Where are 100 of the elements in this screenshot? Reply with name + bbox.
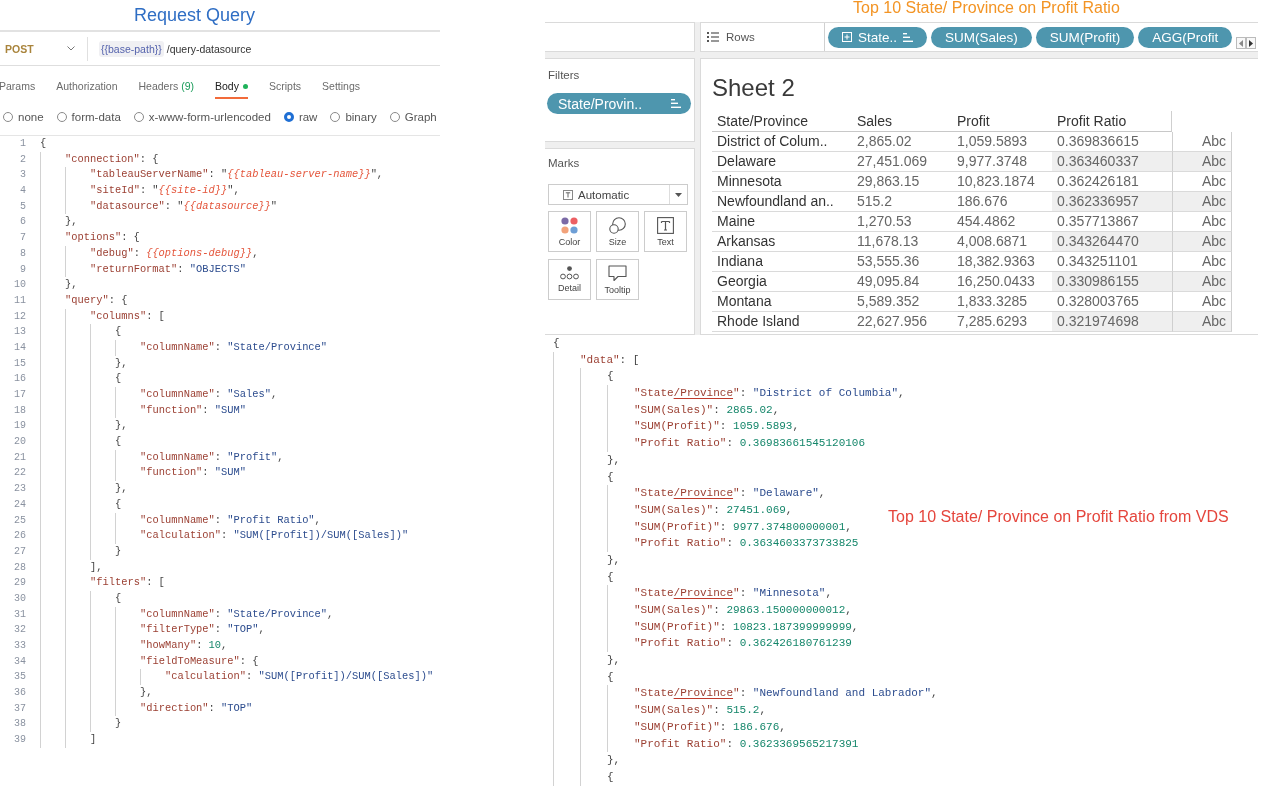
color-dots-icon	[561, 216, 578, 234]
code-line: },	[607, 653, 621, 669]
code-line: {	[40, 136, 47, 151]
code-line: {	[115, 371, 122, 387]
line-number: 28	[13, 560, 26, 575]
circles-icon	[609, 216, 626, 234]
table-cell: Abc	[1172, 152, 1232, 172]
line-number: 37	[13, 701, 26, 716]
mark-button[interactable]: Tooltip	[596, 259, 639, 300]
sheet-title: Sheet 2	[712, 74, 795, 102]
column-header: State/Province	[712, 111, 852, 132]
mark-type-dropdown[interactable]: Automatic	[548, 184, 688, 205]
table-cell: 11,678.13	[852, 232, 952, 252]
line-number: 21	[13, 450, 26, 465]
table-cell: Abc	[1172, 312, 1232, 332]
code-line: "Profit Ratio": 0.362426180761239	[634, 636, 852, 652]
table-cell: Abc	[1172, 272, 1232, 292]
code-line: "returnFormat": "OBJECTS"	[90, 261, 246, 277]
tab[interactable]: Scripts	[268, 75, 302, 99]
shelf-label: Rows	[726, 31, 755, 43]
line-number: 30	[13, 591, 26, 606]
line-number: 18	[13, 403, 26, 418]
mark-button[interactable]: Size	[596, 211, 639, 252]
line-number: 23	[13, 482, 26, 497]
table-cell: Georgia	[712, 272, 852, 292]
table-cell: 53,555.36	[852, 252, 952, 272]
line-number: 12	[13, 309, 26, 324]
code-line: "options": {	[65, 230, 140, 246]
letter-t-icon	[563, 189, 573, 200]
code-line: },	[140, 685, 153, 701]
table-cell: 1,270.53	[852, 212, 952, 232]
mark-button[interactable]: Color	[548, 211, 591, 252]
code-line: "SUM(Profit)": 186.676,	[634, 719, 786, 735]
code-line: "columnName": "Profit",	[140, 449, 284, 465]
code-line: "datasource": "{{datasource}}"	[90, 198, 278, 214]
caret-right-icon	[1249, 39, 1253, 47]
code-line: "direction": "TOP"	[140, 700, 253, 716]
column-header: Profit	[952, 111, 1052, 132]
table-cell: 49,095.84	[852, 272, 952, 292]
radio-option[interactable]: none	[3, 111, 44, 123]
tab[interactable]: Body	[215, 75, 248, 99]
table-cell: 10,823.1874	[952, 172, 1052, 192]
tab[interactable]: Authorization	[56, 75, 118, 99]
scroll-right-button[interactable]	[1246, 37, 1256, 49]
mark-button[interactable]: Detail	[548, 259, 591, 300]
code-line: {	[115, 496, 122, 512]
table-cell: Arkansas	[712, 232, 852, 252]
variable-tag: {{base-path}}	[99, 40, 164, 57]
tab[interactable]: Params	[0, 75, 36, 99]
table-cell: 18,382.9363	[952, 252, 1052, 272]
line-number: 35	[13, 670, 26, 685]
line-number: 19	[13, 419, 26, 434]
radio-option[interactable]: binary	[330, 111, 377, 123]
line-number: 24	[13, 497, 26, 512]
code-line: "tableauServerName": "{{tableau-server-name}}",	[90, 167, 384, 183]
line-number: 38	[13, 717, 26, 732]
dots-icon	[560, 266, 579, 280]
line-number: 31	[13, 607, 26, 622]
url-field[interactable]: {{base-path}} /query-datasource	[99, 37, 252, 60]
line-number: 9	[19, 262, 26, 277]
table-cell: 22,627.956	[852, 312, 952, 332]
code-line: "debug": {{options-debug}},	[90, 245, 259, 261]
line-number: 8	[19, 246, 26, 261]
code-line: "fieldToMeasure": {	[140, 653, 259, 669]
code-line: "data": [	[580, 352, 640, 368]
column-header: Sales	[852, 111, 952, 132]
code-line: "columnName": "State/Province"	[140, 339, 328, 355]
table-cell: 2,865.02	[852, 132, 952, 152]
radio-option[interactable]: raw	[283, 111, 318, 123]
table-cell: 5,589.352	[852, 292, 952, 312]
code-line: "SUM(Profit)": 1059.5893,	[634, 419, 800, 435]
column-header: Profit Ratio	[1052, 111, 1172, 132]
code-line: "SUM(Profit)": 10823.187399999999,	[634, 619, 859, 635]
radio-option[interactable]: x-www-form-urlencoded	[133, 111, 271, 123]
code-line: "State/Province": "Newfoundland and Labrador",	[634, 686, 938, 702]
code-line: },	[115, 418, 128, 434]
line-number: 3	[19, 168, 26, 183]
code-line: {	[115, 590, 122, 606]
code-line: {	[607, 669, 614, 685]
table-cell: 0.343264470	[1052, 232, 1172, 252]
code-line: {	[607, 769, 614, 785]
radio-option[interactable]: Graph	[389, 111, 437, 123]
code-line: },	[607, 753, 621, 769]
radio-option[interactable]: form-data	[56, 111, 121, 123]
code-line: "SUM(Sales)": 29863.150000000012,	[634, 603, 852, 618]
speech-bubble-icon	[608, 264, 627, 282]
line-number: 29	[13, 576, 26, 591]
chevron-down-icon	[67, 46, 75, 51]
code-line: "Profit Ratio": 0.36983661545120106	[634, 436, 866, 452]
line-number: 7	[19, 231, 26, 246]
mark-button[interactable]: Text	[644, 211, 687, 252]
line-number: 14	[13, 340, 26, 355]
caption-title: Top 10 State/ Province on Profit Ratio	[853, 0, 1120, 16]
code-line: "calculation": "SUM([Profit])/SUM([Sales])"	[165, 669, 434, 685]
code-line: {	[607, 569, 614, 585]
tab[interactable]: Settings	[322, 75, 360, 99]
line-number: 11	[13, 293, 26, 308]
tab[interactable]: Headers (9)	[138, 75, 195, 99]
code-line: "function": "SUM"	[140, 465, 247, 481]
annotation-text: Top 10 State/ Province on Profit Ratio from VDS	[888, 507, 1229, 527]
